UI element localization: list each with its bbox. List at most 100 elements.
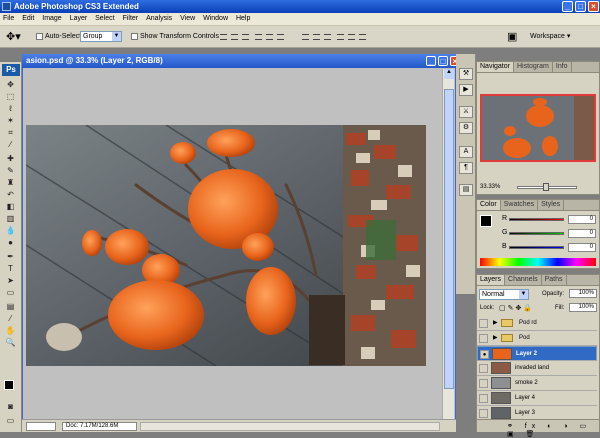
actions-icon[interactable]: ⚙	[459, 122, 473, 134]
marquee-tool-icon[interactable]: ⬚	[4, 92, 17, 102]
layer-row-pod-rd[interactable]: ▶ Pod rd	[477, 316, 597, 331]
visibility-toggle[interactable]	[479, 334, 488, 343]
tab-layers[interactable]: Layers	[477, 275, 506, 285]
tab-styles[interactable]: Styles	[538, 200, 565, 210]
menu-filter[interactable]: Filter	[120, 13, 142, 22]
visibility-toggle[interactable]	[479, 379, 488, 388]
tab-histogram[interactable]: Histogram	[514, 62, 553, 72]
tab-color[interactable]: Color	[477, 200, 501, 210]
menu-file[interactable]: File	[0, 13, 17, 22]
zoom-tool-icon[interactable]: 🔍	[4, 338, 17, 348]
notes-tool-icon[interactable]: ▤	[4, 302, 17, 312]
scroll-thumb[interactable]	[444, 89, 454, 389]
scroll-up-arrow-icon[interactable]: ▲	[444, 69, 454, 79]
tab-paths[interactable]: Paths	[542, 275, 567, 285]
history-icon[interactable]: ⚔	[459, 106, 473, 118]
visibility-toggle[interactable]	[479, 394, 488, 403]
layer-row-invaded-land[interactable]: invaded land	[477, 361, 597, 376]
menu-edit[interactable]: Edit	[19, 13, 37, 22]
align-vcenter-icon[interactable]	[231, 34, 238, 40]
document-canvas[interactable]	[26, 125, 426, 366]
screen-mode-icon[interactable]: ▭	[4, 416, 17, 426]
eye-icon[interactable]: ●	[480, 350, 489, 359]
expand-arrow-icon[interactable]: ▶	[493, 334, 498, 341]
layer-row-smoke-2[interactable]: smoke 2	[477, 376, 597, 391]
tab-swatches[interactable]: Swatches	[501, 200, 539, 210]
distribute-left-icon[interactable]	[337, 34, 344, 40]
blue-value[interactable]: 0	[568, 243, 596, 252]
history-brush-icon[interactable]: ↶	[4, 190, 17, 200]
document-size-info[interactable]: Doc: 7.17M/128.6M	[62, 422, 137, 431]
workspace-button[interactable]: Workspace ▾	[530, 32, 570, 40]
move-tool-icon[interactable]: ✥▾	[6, 30, 21, 43]
visibility-toggle[interactable]	[479, 409, 488, 418]
close-button[interactable]: ×	[588, 1, 599, 12]
color-spectrum-bar[interactable]	[480, 258, 596, 266]
visibility-toggle[interactable]	[479, 319, 488, 328]
tab-channels[interactable]: Channels	[505, 275, 542, 285]
navigator-zoom-value[interactable]: 33.33%	[480, 184, 500, 190]
foreground-color-swatch[interactable]	[4, 380, 14, 390]
tab-info[interactable]: Info	[553, 62, 572, 72]
menu-image[interactable]: Image	[39, 13, 64, 22]
layer-row-layer-2[interactable]: ● Layer 2	[477, 346, 597, 361]
menu-select[interactable]: Select	[92, 13, 117, 22]
red-slider[interactable]	[509, 218, 564, 221]
blur-tool-icon[interactable]: 💧	[4, 226, 17, 236]
doc-minimize-button[interactable]: _	[426, 56, 436, 66]
layers-footer-buttons[interactable]: ⚭ fx ◐ ◑ ▭ ▣ 🗑	[477, 419, 599, 438]
healing-brush-icon[interactable]: ✚	[4, 154, 17, 164]
doc-maximize-button[interactable]: □	[438, 56, 448, 66]
distribute-vcenter-icon[interactable]	[313, 34, 320, 40]
color-foreground-swatch[interactable]	[480, 215, 492, 227]
tool-presets-icon[interactable]: ▶	[459, 84, 473, 96]
green-slider[interactable]	[509, 232, 564, 235]
brush-tool-icon[interactable]: ✎	[4, 166, 17, 176]
document-vertical-scrollbar[interactable]: ▲	[442, 69, 454, 419]
menu-window[interactable]: Window	[200, 13, 231, 22]
zoom-slider-thumb[interactable]	[543, 183, 549, 191]
maximize-button[interactable]: □	[575, 1, 586, 12]
align-right-icon[interactable]	[277, 34, 284, 40]
auto-select-checkbox[interactable]	[36, 33, 43, 40]
path-select-icon[interactable]: ➤	[4, 276, 17, 286]
bridge-icon[interactable]: ▣	[507, 30, 517, 43]
opacity-value[interactable]: 100%	[569, 289, 597, 298]
align-top-icon[interactable]	[220, 34, 227, 40]
type-tool-icon[interactable]: T	[4, 264, 17, 274]
clone-stamp-icon[interactable]: ♜	[4, 178, 17, 188]
dodge-tool-icon[interactable]: ●	[4, 238, 17, 248]
magic-wand-icon[interactable]: ✶	[4, 116, 17, 126]
blend-mode-dropdown[interactable]: Normal ▼	[479, 289, 529, 300]
horizontal-scrollbar[interactable]	[140, 422, 440, 431]
hand-tool-icon[interactable]: ✋	[4, 326, 17, 336]
auto-select-dropdown[interactable]: Group ▼	[80, 31, 122, 42]
eraser-tool-icon[interactable]: ◧	[4, 202, 17, 212]
distribute-right-icon[interactable]	[359, 34, 366, 40]
align-bottom-icon[interactable]	[242, 34, 249, 40]
eyedropper-icon[interactable]: ⁄	[4, 314, 17, 324]
menu-analysis[interactable]: Analysis	[143, 13, 175, 22]
layer-row-layer-3[interactable]: Layer 3	[477, 406, 597, 419]
distribute-bottom-icon[interactable]	[324, 34, 331, 40]
distribute-hcenter-icon[interactable]	[348, 34, 355, 40]
quick-mask-icon[interactable]: ◙	[4, 402, 17, 412]
align-hcenter-icon[interactable]	[266, 34, 273, 40]
visibility-toggle[interactable]	[479, 364, 488, 373]
brushes-icon[interactable]: ⚒	[459, 68, 473, 80]
move-tool-icon[interactable]: ✥	[4, 80, 17, 90]
tab-navigator[interactable]: Navigator	[477, 62, 514, 72]
show-transform-checkbox[interactable]	[131, 33, 138, 40]
expand-arrow-icon[interactable]: ▶	[493, 319, 498, 326]
distribute-top-icon[interactable]	[302, 34, 309, 40]
layer-comps-icon[interactable]: ▤	[459, 184, 473, 196]
zoom-field[interactable]	[26, 422, 56, 431]
crop-tool-icon[interactable]: ⌗	[4, 128, 17, 138]
gradient-tool-icon[interactable]: ▥	[4, 214, 17, 224]
blue-slider[interactable]	[509, 246, 564, 249]
minimize-button[interactable]: _	[562, 1, 573, 12]
menu-view[interactable]: View	[177, 13, 198, 22]
align-left-icon[interactable]	[255, 34, 262, 40]
lock-icons[interactable]: ▢✎✥🔒	[499, 304, 534, 312]
menu-help[interactable]: Help	[233, 13, 253, 22]
